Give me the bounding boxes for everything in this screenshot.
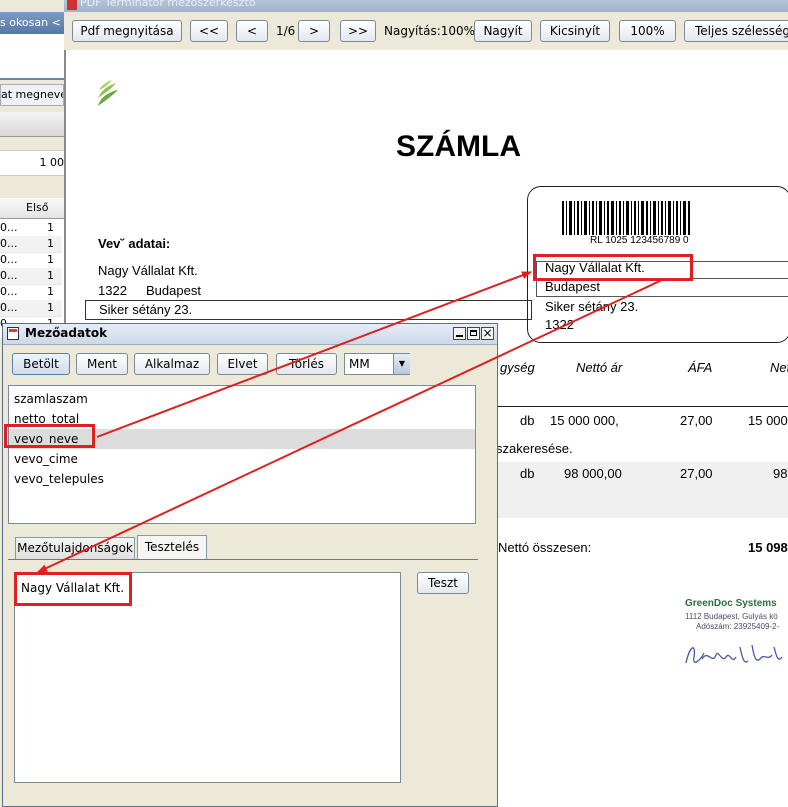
arrow-pdf-to-test: [37, 279, 663, 573]
arrow-field-to-pdf: [96, 271, 532, 438]
annotation-arrows: [37, 271, 663, 573]
